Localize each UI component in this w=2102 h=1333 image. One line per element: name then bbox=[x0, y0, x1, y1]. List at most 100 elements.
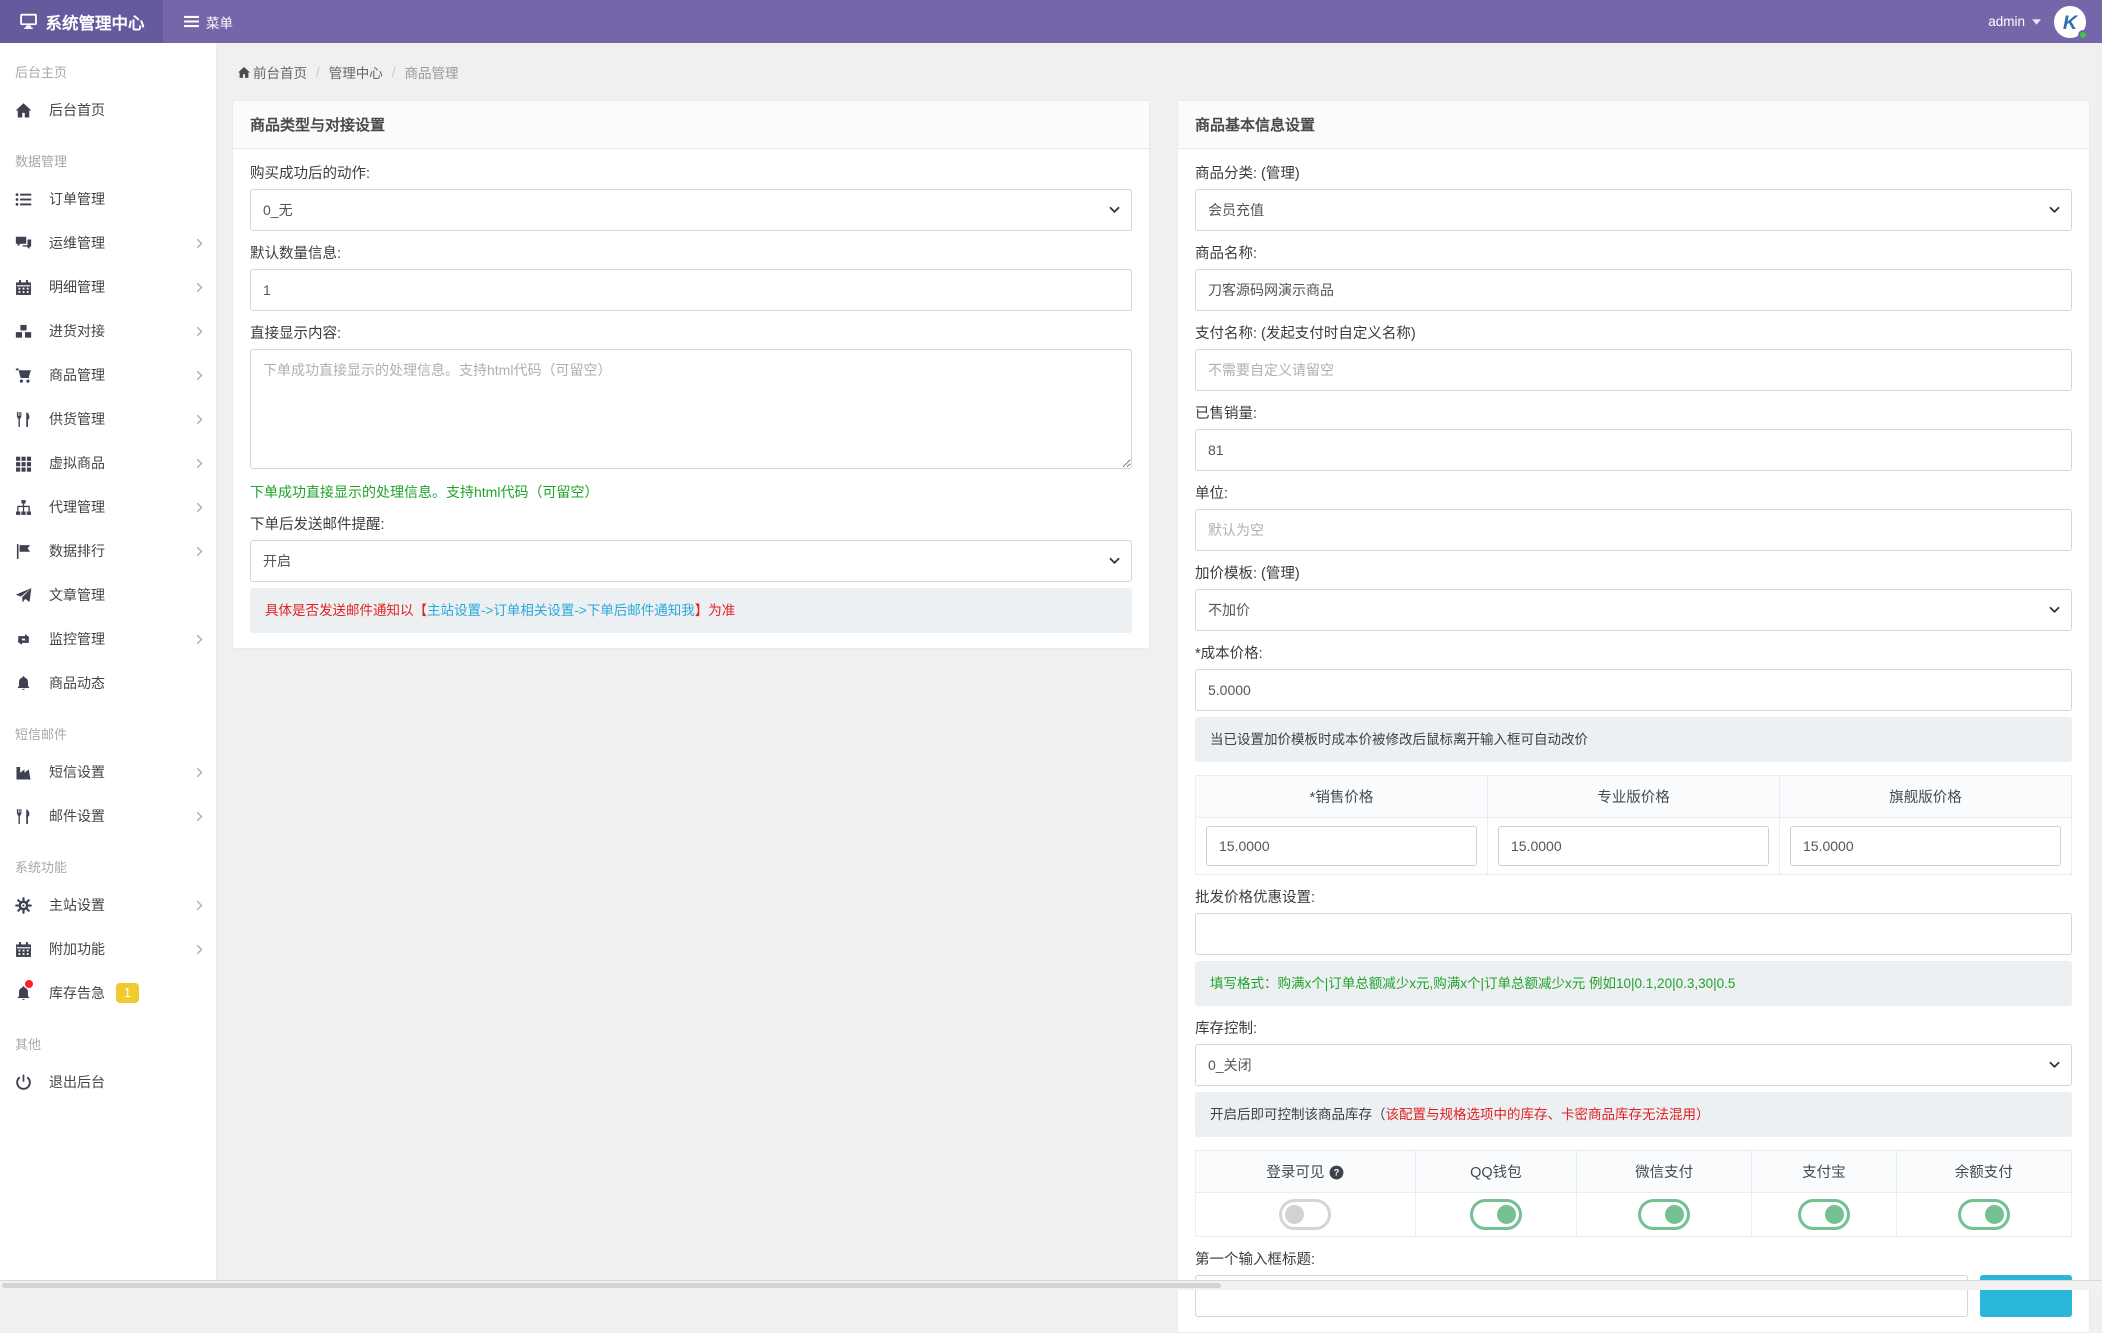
home-icon bbox=[237, 66, 251, 79]
toggle-column-label: 登录可见 bbox=[1266, 1165, 1324, 1181]
user-avatar[interactable]: K bbox=[2053, 5, 2087, 39]
form-group: 商品名称: bbox=[1195, 244, 2072, 311]
helper-segment: 填写格式：购满x个|订单总额减少x元,购满x个|订单总额减少x元 例如10|0.… bbox=[1210, 976, 1735, 991]
sidebar-item-label: 明细管理 bbox=[49, 277, 105, 297]
navbar-right: admin K bbox=[1988, 5, 2102, 39]
select-input[interactable]: 0_关闭 bbox=[1195, 1044, 2072, 1086]
toggle-knob bbox=[1985, 1205, 2004, 1224]
menu-toggle-label: 菜单 bbox=[206, 12, 233, 32]
toggle-switch[interactable] bbox=[1798, 1199, 1850, 1230]
sidebar-item-virtual-products[interactable]: 虚拟商品 bbox=[0, 441, 216, 485]
form-group: *销售价格专业版价格旗舰版价格 bbox=[1195, 775, 2072, 875]
text-input[interactable] bbox=[1195, 509, 2072, 551]
sidebar-item-purchase-docking[interactable]: 进货对接 bbox=[0, 309, 216, 353]
form-group: 登录可见?QQ钱包微信支付支付宝余额支付 bbox=[1195, 1150, 2072, 1237]
chevron-right-icon bbox=[196, 282, 203, 293]
text-input[interactable] bbox=[1195, 429, 2072, 471]
sidebar-item-logout[interactable]: 退出后台 bbox=[0, 1060, 216, 1104]
chevron-right-icon bbox=[196, 370, 203, 381]
price-input[interactable] bbox=[1790, 826, 2061, 866]
helper-segment: 】为准 bbox=[695, 603, 736, 618]
select-field: 0_无 bbox=[250, 189, 1132, 231]
notification-dot bbox=[25, 980, 33, 988]
toggle-column-header: QQ钱包 bbox=[1415, 1151, 1576, 1193]
desktop-icon bbox=[19, 13, 38, 30]
home-icon bbox=[15, 102, 32, 119]
sidebar-item-stock-alert[interactable]: 库存告急1 bbox=[0, 971, 216, 1015]
sidebar-item-label: 文章管理 bbox=[49, 585, 105, 605]
sidebar-item-sms-settings[interactable]: 短信设置 bbox=[0, 750, 216, 794]
sidebar-item-site-settings[interactable]: 主站设置 bbox=[0, 883, 216, 927]
count-badge: 1 bbox=[116, 983, 139, 1004]
toggle-column-header: 余额支付 bbox=[1896, 1151, 2071, 1193]
toggle-switch[interactable] bbox=[1958, 1199, 2010, 1230]
sidebar-item-detail-management[interactable]: 明细管理 bbox=[0, 265, 216, 309]
text-input[interactable] bbox=[1195, 269, 2072, 311]
select-input[interactable]: 0_无 bbox=[250, 189, 1132, 231]
form-group: 下单后发送邮件提醒:开启具体是否发送邮件通知以【主站设置->订单相关设置->下单… bbox=[250, 515, 1132, 633]
sidebar-item-label: 虚拟商品 bbox=[49, 453, 105, 473]
online-status-dot bbox=[2078, 30, 2088, 40]
sidebar-item-label: 邮件设置 bbox=[49, 806, 105, 826]
toggle-table-row bbox=[1196, 1193, 2072, 1237]
text-input[interactable] bbox=[1195, 349, 2072, 391]
sidebar-item-backend-home[interactable]: 后台首页 bbox=[0, 88, 216, 132]
calendar-icon bbox=[15, 941, 32, 958]
sidebar-item-agent-management[interactable]: 代理管理 bbox=[0, 485, 216, 529]
textarea-input[interactable] bbox=[250, 349, 1132, 469]
sidebar-item-extra-functions[interactable]: 附加功能 bbox=[0, 927, 216, 971]
breadcrumb-item: 前台首页 bbox=[253, 62, 307, 82]
sidebar-item-label: 进货对接 bbox=[49, 321, 105, 341]
select-input[interactable]: 开启 bbox=[250, 540, 1132, 582]
sidebar-item-supply-management[interactable]: 供货管理 bbox=[0, 397, 216, 441]
breadcrumb-home-link[interactable]: 前台首页 bbox=[237, 62, 307, 82]
cutlery-icon bbox=[15, 808, 32, 825]
select-input[interactable]: 会员充值 bbox=[1195, 189, 2072, 231]
field-label: *成本价格: bbox=[1195, 644, 2072, 664]
sidebar-item-monitor-management[interactable]: 监控管理 bbox=[0, 617, 216, 661]
question-circle-icon[interactable]: ? bbox=[1329, 1165, 1344, 1180]
price-cell bbox=[1780, 818, 2072, 875]
toggle-switch[interactable] bbox=[1470, 1199, 1522, 1230]
bell-icon bbox=[15, 675, 32, 692]
sidebar-item-ops-management[interactable]: 运维管理 bbox=[0, 221, 216, 265]
sidebar-item-product-management[interactable]: 商品管理 bbox=[0, 353, 216, 397]
app-brand[interactable]: 系统管理中心 bbox=[0, 0, 163, 43]
toggle-knob bbox=[1285, 1205, 1304, 1224]
sidebar-item-article-management[interactable]: 文章管理 bbox=[0, 573, 216, 617]
toggle-switch[interactable] bbox=[1279, 1199, 1331, 1230]
price-column-header: 专业版价格 bbox=[1488, 776, 1780, 818]
select-field: 0_关闭 bbox=[1195, 1044, 2072, 1086]
sidebar-item-mail-settings[interactable]: 邮件设置 bbox=[0, 794, 216, 838]
sidebar-item-label: 商品动态 bbox=[49, 673, 105, 693]
user-dropdown[interactable]: admin bbox=[1988, 14, 2041, 29]
text-input[interactable] bbox=[1195, 913, 2072, 955]
main-content: 前台首页 / 管理中心 / 商品管理 商品类型与对接设置 购买成功后的动作:0_… bbox=[217, 43, 2102, 1290]
breadcrumb-separator: / bbox=[316, 65, 320, 80]
horizontal-scrollbar[interactable] bbox=[0, 1280, 2102, 1290]
select-input[interactable]: 不加价 bbox=[1195, 589, 2072, 631]
text-input[interactable] bbox=[250, 269, 1132, 311]
sidebar-item-label: 数据排行 bbox=[49, 541, 105, 561]
price-input[interactable] bbox=[1498, 826, 1769, 866]
menu-toggle-button[interactable]: 菜单 bbox=[184, 12, 233, 32]
scrollbar-thumb[interactable] bbox=[2, 1283, 1221, 1288]
form-group: 购买成功后的动作:0_无 bbox=[250, 164, 1132, 231]
helper-text-green: 下单成功直接显示的处理信息。支持html代码（可留空） bbox=[250, 482, 1132, 502]
toggle-cell bbox=[1752, 1193, 1896, 1237]
field-label: 第一个输入框标题: bbox=[1195, 1250, 2072, 1270]
toggle-column-label: QQ钱包 bbox=[1470, 1165, 1522, 1181]
toggle-cell bbox=[1896, 1193, 2071, 1237]
toggle-table-header-row: 登录可见?QQ钱包微信支付支付宝余额支付 bbox=[1196, 1151, 2072, 1193]
toggle-switch[interactable] bbox=[1638, 1199, 1690, 1230]
breadcrumb-admin-link[interactable]: 管理中心 bbox=[329, 62, 383, 82]
price-table-row bbox=[1196, 818, 2072, 875]
sidebar-item-label: 附加功能 bbox=[49, 939, 105, 959]
sidebar-item-data-ranking[interactable]: 数据排行 bbox=[0, 529, 216, 573]
chevron-right-icon bbox=[196, 414, 203, 425]
form-group: 直接显示内容:下单成功直接显示的处理信息。支持html代码（可留空） bbox=[250, 324, 1132, 502]
text-input[interactable] bbox=[1195, 669, 2072, 711]
price-input[interactable] bbox=[1206, 826, 1477, 866]
sidebar-item-order-management[interactable]: 订单管理 bbox=[0, 177, 216, 221]
sidebar-item-product-news[interactable]: 商品动态 bbox=[0, 661, 216, 705]
